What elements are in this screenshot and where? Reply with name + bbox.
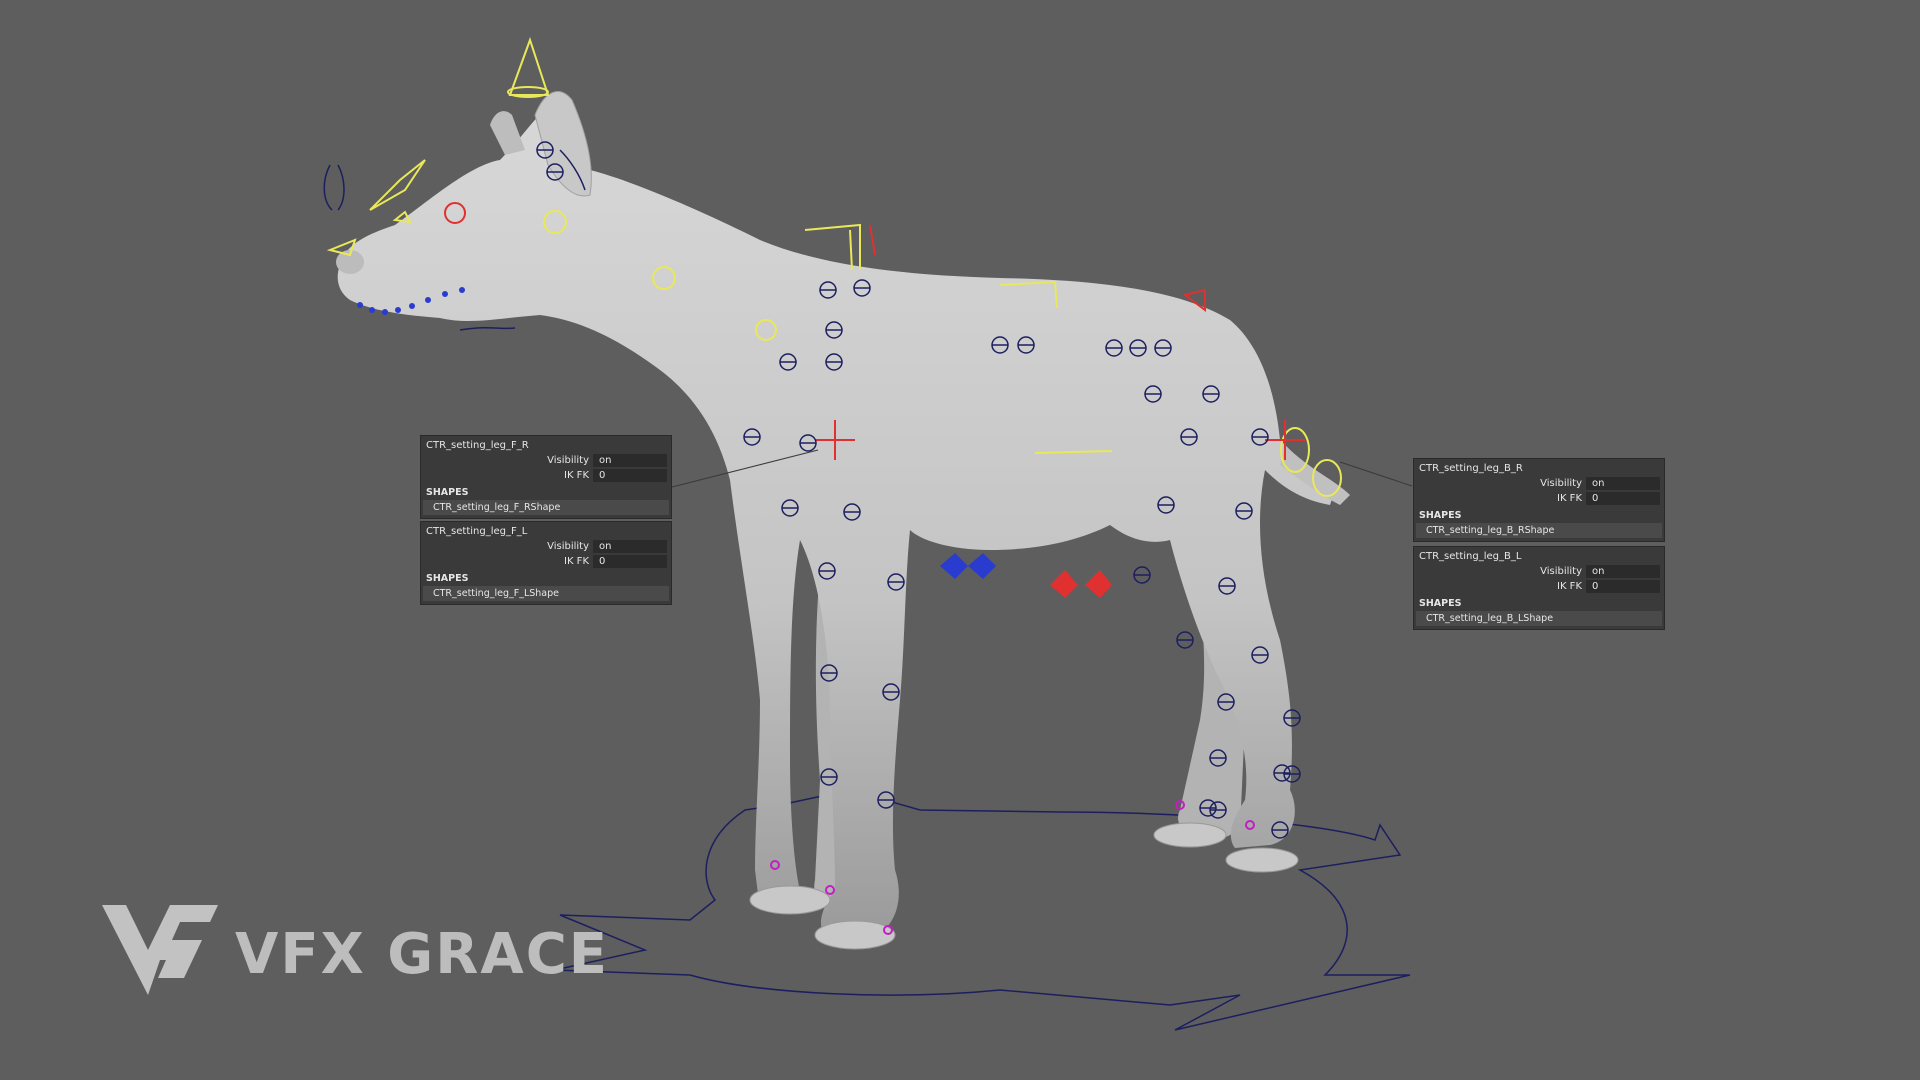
watermark-logo: VFX GRACE bbox=[100, 900, 607, 1010]
blue-ik-handle[interactable] bbox=[940, 553, 996, 579]
shapes-heading: SHAPES bbox=[426, 573, 469, 584]
ikfk-row[interactable]: IK FK 0 bbox=[423, 468, 669, 483]
visibility-field[interactable]: on bbox=[1586, 477, 1660, 490]
visibility-row[interactable]: Visibility on bbox=[423, 453, 669, 468]
panel-title: CTR_setting_leg_F_R bbox=[426, 440, 529, 451]
ikfk-field[interactable]: 0 bbox=[1586, 580, 1660, 593]
visibility-label: Visibility bbox=[547, 455, 589, 466]
visibility-row[interactable]: Visibility on bbox=[1416, 476, 1662, 491]
panel-leg-f-l: CTR_setting_leg_F_L Visibility on IK FK … bbox=[420, 521, 672, 605]
shape-item[interactable]: CTR_setting_leg_F_RShape bbox=[423, 500, 669, 515]
ikfk-row[interactable]: IK FK 0 bbox=[423, 554, 669, 569]
visibility-label: Visibility bbox=[547, 541, 589, 552]
panel-leg-b-l: CTR_setting_leg_B_L Visibility on IK FK … bbox=[1413, 546, 1665, 630]
visibility-row[interactable]: Visibility on bbox=[423, 539, 669, 554]
visibility-row[interactable]: Visibility on bbox=[1416, 564, 1662, 579]
shapes-heading: SHAPES bbox=[426, 487, 469, 498]
shape-item[interactable]: CTR_setting_leg_B_RShape bbox=[1416, 523, 1662, 538]
panel-title: CTR_setting_leg_B_L bbox=[1419, 551, 1522, 562]
shapes-heading: SHAPES bbox=[1419, 598, 1462, 609]
visibility-label: Visibility bbox=[1540, 478, 1582, 489]
visibility-field[interactable]: on bbox=[593, 540, 667, 553]
visibility-field[interactable]: on bbox=[593, 454, 667, 467]
panel-title: CTR_setting_leg_F_L bbox=[426, 526, 528, 537]
ikfk-label: IK FK bbox=[564, 470, 589, 481]
ikfk-field[interactable]: 0 bbox=[593, 469, 667, 482]
ikfk-field[interactable]: 0 bbox=[593, 555, 667, 568]
visibility-label: Visibility bbox=[1540, 566, 1582, 577]
ikfk-label: IK FK bbox=[564, 556, 589, 567]
panel-leg-b-r: CTR_setting_leg_B_R Visibility on IK FK … bbox=[1413, 458, 1665, 542]
visibility-field[interactable]: on bbox=[1586, 565, 1660, 578]
watermark-text: VFX GRACE bbox=[235, 922, 610, 987]
ikfk-label: IK FK bbox=[1557, 493, 1582, 504]
shape-item[interactable]: CTR_setting_leg_B_LShape bbox=[1416, 611, 1662, 626]
ikfk-row[interactable]: IK FK 0 bbox=[1416, 491, 1662, 506]
red-ik-handles[interactable] bbox=[1050, 570, 1112, 598]
shape-item[interactable]: CTR_setting_leg_F_LShape bbox=[423, 586, 669, 601]
ikfk-label: IK FK bbox=[1557, 581, 1582, 592]
ikfk-field[interactable]: 0 bbox=[1586, 492, 1660, 505]
panel-leg-f-r: CTR_setting_leg_F_R Visibility on IK FK … bbox=[420, 435, 672, 519]
panel-title: CTR_setting_leg_B_R bbox=[1419, 463, 1523, 474]
ikfk-row[interactable]: IK FK 0 bbox=[1416, 579, 1662, 594]
shapes-heading: SHAPES bbox=[1419, 510, 1462, 521]
vfx-grace-logo-icon bbox=[102, 905, 218, 995]
